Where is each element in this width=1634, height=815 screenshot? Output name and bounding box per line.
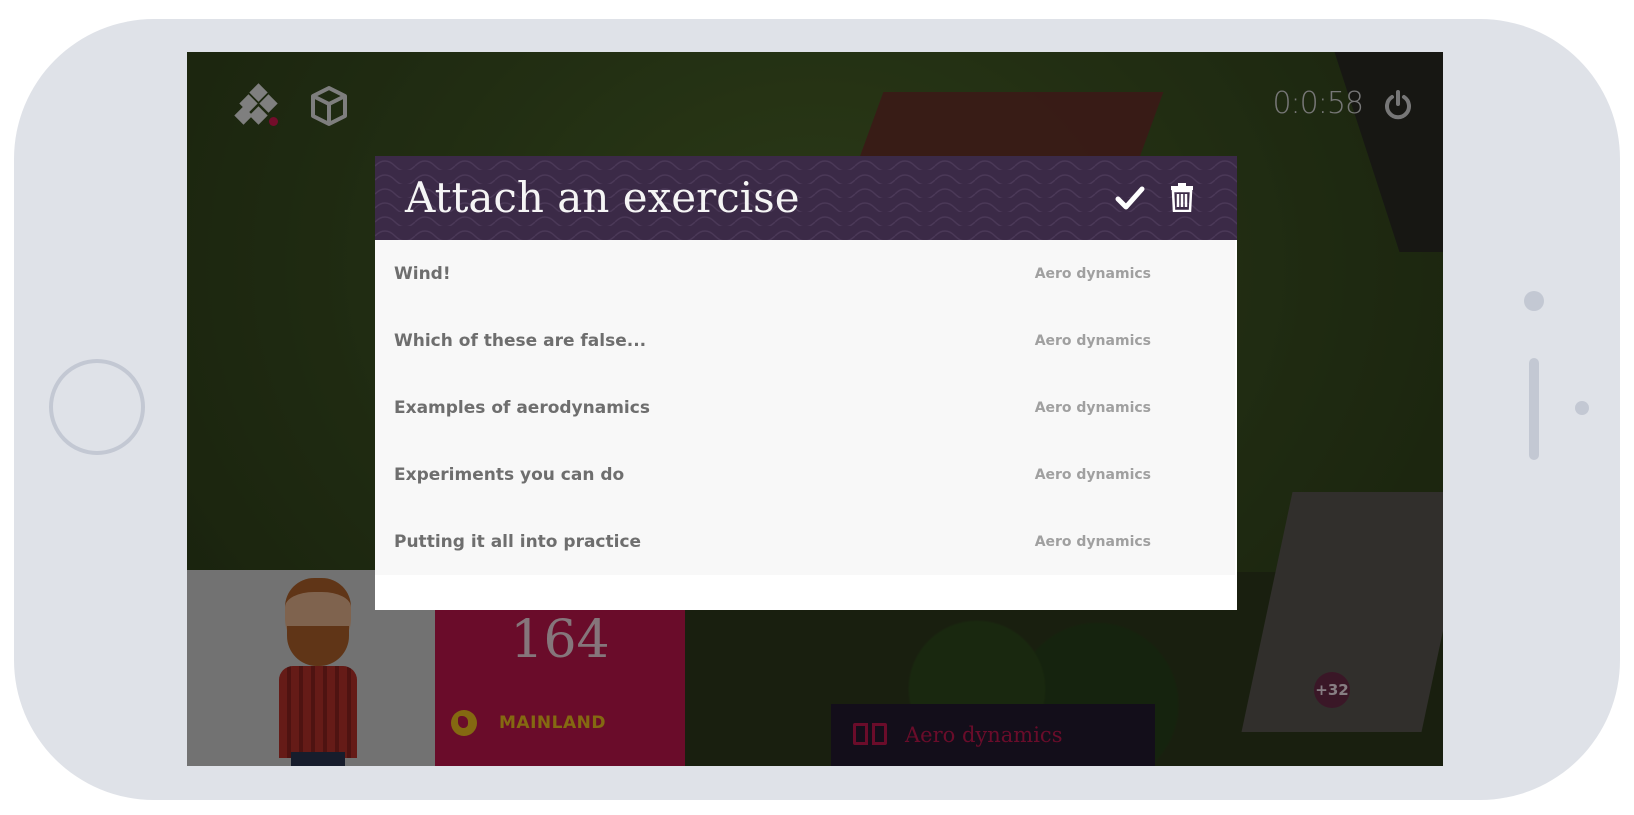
exercise-row[interactable]: Examples of aerodynamics Aero dynamics (375, 374, 1235, 441)
exercise-title: Wind! (394, 264, 451, 284)
exercise-row[interactable]: Which of these are false... Aero dynamic… (375, 307, 1235, 374)
dialog-header: Attach an exercise (375, 156, 1237, 240)
exercise-list: Wind! Aero dynamics Which of these are f… (375, 240, 1235, 575)
exercise-title: Examples of aerodynamics (394, 398, 650, 418)
exercise-title: Experiments you can do (394, 465, 625, 485)
speaker-slot (1529, 358, 1539, 460)
exercise-subject: Aero dynamics (1034, 333, 1151, 349)
exercise-row[interactable]: Putting it all into practice Aero dynami… (375, 508, 1235, 575)
exercise-row[interactable]: Wind! Aero dynamics (375, 240, 1235, 307)
home-button[interactable] (49, 359, 145, 455)
camera-dot (1524, 291, 1544, 311)
exercise-subject: Aero dynamics (1034, 534, 1151, 550)
exercise-subject: Aero dynamics (1034, 266, 1151, 282)
exercise-subject: Aero dynamics (1034, 400, 1151, 416)
dialog-title: Attach an exercise (405, 173, 800, 222)
exercise-subject: Aero dynamics (1034, 467, 1151, 483)
app-screen: 164 MAINLAND +32 Aero dynamics 0:0:58 At… (187, 52, 1443, 766)
exercise-row[interactable]: Experiments you can do Aero dynamics (375, 441, 1235, 508)
sensor-dot (1575, 401, 1589, 415)
attach-exercise-dialog: Attach an exercise Wind! Aero dynamics W… (375, 156, 1237, 610)
trash-icon[interactable] (1169, 182, 1195, 212)
exercise-title: Putting it all into practice (394, 532, 642, 552)
check-icon[interactable] (1115, 184, 1145, 212)
exercise-title: Which of these are false... (394, 331, 647, 351)
